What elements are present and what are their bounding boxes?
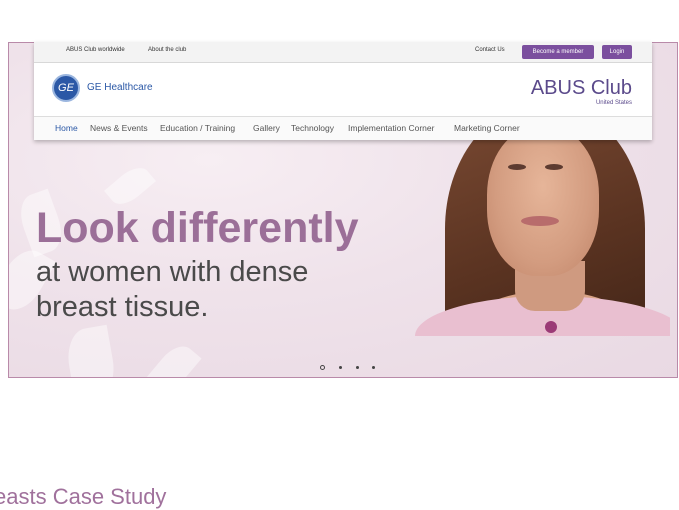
nav-marketing-corner[interactable]: Marketing Corner — [454, 123, 520, 133]
become-member-button[interactable]: Become a member — [522, 45, 594, 59]
link-about-club[interactable]: About the club — [148, 47, 186, 53]
face — [487, 126, 599, 276]
main-nav: Home News & Events Education / Training … — [34, 117, 652, 140]
nav-technology[interactable]: Technology — [291, 123, 334, 133]
carousel-dot-3[interactable] — [356, 366, 359, 369]
hero-subline: at women with dense — [36, 256, 309, 288]
eye — [508, 164, 526, 170]
hero-subline-2: breast tissue. — [36, 291, 209, 323]
nav-education-training[interactable]: Education / Training — [160, 123, 235, 133]
ge-logo-icon[interactable]: GE — [52, 74, 80, 102]
site-header: ABUS Club worldwide About the club Conta… — [34, 42, 652, 140]
decorative-leaf — [146, 339, 202, 377]
decorative-leaf — [63, 324, 119, 377]
lips — [521, 216, 559, 226]
club-title[interactable]: ABUS Club — [531, 77, 632, 100]
link-abus-worldwide[interactable]: ABUS Club worldwide — [66, 47, 125, 53]
login-button[interactable]: Login — [602, 45, 632, 59]
eye — [545, 164, 563, 170]
nav-news-events[interactable]: News & Events — [90, 123, 148, 133]
case-study-heading: easts Case Study — [0, 484, 167, 509]
brand-row: GE GE Healthcare ABUS Club United States — [34, 63, 652, 117]
nav-implementation-corner[interactable]: Implementation Corner — [348, 123, 434, 133]
company-name[interactable]: GE Healthcare — [87, 82, 153, 93]
hero-headline: Look differently — [36, 204, 359, 252]
nav-home[interactable]: Home — [55, 123, 78, 133]
club-region: United States — [595, 100, 632, 106]
carousel-dot-2[interactable] — [339, 366, 342, 369]
nav-gallery[interactable]: Gallery — [253, 123, 280, 133]
carousel-dot-1[interactable] — [320, 365, 325, 370]
link-contact-us[interactable]: Contact Us — [475, 47, 505, 53]
utility-bar: ABUS Club worldwide About the club Conta… — [34, 42, 652, 63]
carousel-dot-4[interactable] — [372, 366, 375, 369]
pendant — [545, 321, 557, 333]
